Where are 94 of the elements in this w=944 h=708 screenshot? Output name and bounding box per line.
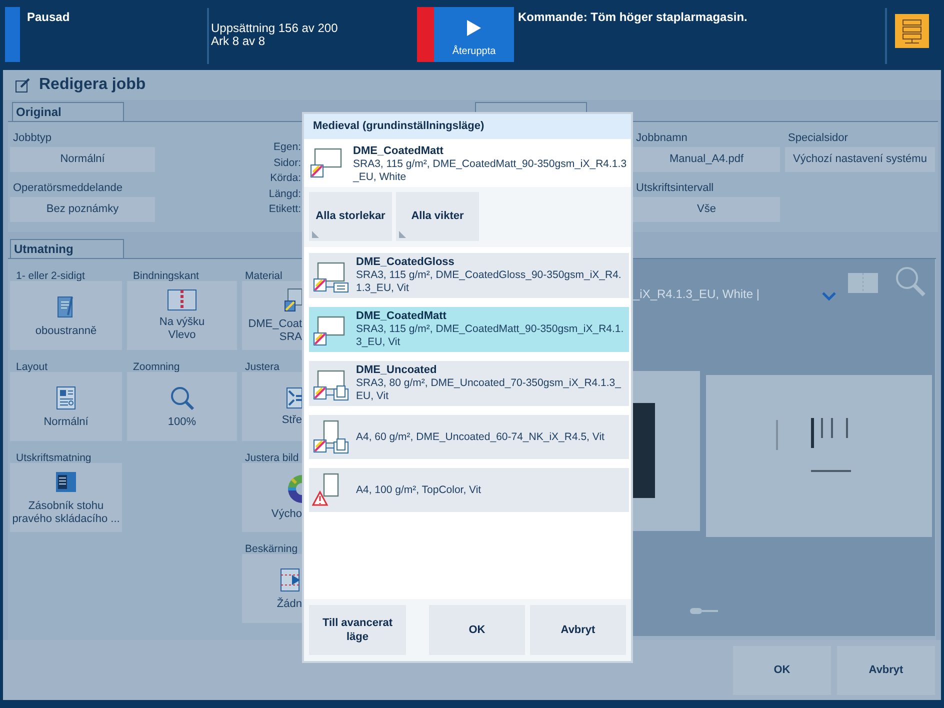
setting-tile[interactable]: DME_Coat SRA xyxy=(242,281,302,350)
field-label: Operatörsmeddelande xyxy=(12,181,124,196)
setting-tile[interactable]: Zásobník stohu pravého skládacího ... xyxy=(10,463,122,532)
setting-label: Beskärning xyxy=(245,543,298,555)
setting-label: Utskriftsmatning xyxy=(16,452,92,464)
search-icon[interactable] xyxy=(894,265,926,297)
window-title: Redigera jobb xyxy=(39,75,146,95)
info-label: Längd: xyxy=(268,186,301,202)
resume-button[interactable]: Återuppta xyxy=(434,7,514,62)
setting-value: 100% xyxy=(168,416,196,428)
filter-button[interactable]: Alla storlekar xyxy=(309,192,392,241)
setting-tile[interactable]: Žádn xyxy=(242,554,302,623)
setting-label: Zoomning xyxy=(133,361,180,373)
search-icon xyxy=(169,384,195,410)
setting-label: 1- eller 2-sidigt xyxy=(16,270,85,282)
setting-label: Bindningskant xyxy=(133,270,199,282)
media-name: DME_Uncoated xyxy=(356,364,438,377)
media-details: SRA3, 115 g/m², DME_CoatedMatt_90-350gsm_iX_R4.1.3_EU, Vit xyxy=(356,323,625,349)
setting-tile[interactable]: Výcho xyxy=(242,463,302,532)
field-value[interactable]: Výchozí nastavení systému xyxy=(785,147,935,172)
field-value[interactable]: Manual_A4.pdf xyxy=(633,147,780,172)
setting-tile[interactable]: oboustranně xyxy=(10,281,122,350)
setting-value: pravého skládacího ... xyxy=(12,513,120,526)
alert-bar xyxy=(417,7,434,62)
setting-value: Zásobník stohu xyxy=(28,500,104,513)
next-action-text: Kommande: Töm höger staplarmagasin. xyxy=(518,9,748,26)
setting-value: Normální xyxy=(44,416,88,428)
dialog-button[interactable]: OK xyxy=(429,605,525,655)
info-label: Sidor: xyxy=(274,156,301,170)
setting-value: SRA xyxy=(279,331,302,344)
field-label: Jobbnamn xyxy=(635,131,688,146)
paper-icon xyxy=(284,287,302,313)
setting-label: Justera xyxy=(245,361,280,373)
color-wheel-icon xyxy=(288,474,302,502)
setting-label: Layout xyxy=(16,361,48,373)
filter-button[interactable]: Alla vikter xyxy=(396,192,479,241)
slider-handle-icon[interactable] xyxy=(690,607,718,615)
media-name: DME_CoatedMatt xyxy=(353,145,444,158)
media-list-item[interactable]: DME_CoatedMatt SRA3, 115 g/m², DME_CoatedMatt_90-350gsm_iX_R4.1.3_EU, Vit xyxy=(309,307,629,352)
media-details: SRA3, 80 g/m², DME_Uncoated_70-350gsm_iX_R4.1.3_EU, Vit xyxy=(356,377,622,403)
field-label: Utskriftsintervall xyxy=(635,181,715,196)
media-list-item[interactable]: A4, 100 g/m², TopColor, Vit xyxy=(309,468,629,512)
status-text: Pausad xyxy=(27,9,70,26)
progress-text: Ark 8 av 8 xyxy=(211,35,266,48)
setting-label: Material xyxy=(245,270,282,282)
media-details: A4, 60 g/m², DME_Uncoated_60-74_NK_iX_R4.5, Vit xyxy=(356,430,604,444)
setting-tile[interactable]: 100% xyxy=(127,372,237,441)
field-value[interactable]: Bez poznámky xyxy=(10,197,155,222)
setting-value: oboustranně xyxy=(35,324,97,338)
play-icon xyxy=(467,20,481,36)
edit-icon xyxy=(15,77,31,93)
media-name: DME_CoatedGloss xyxy=(356,256,456,269)
media-list-item[interactable]: DME_Uncoated SRA3, 80 g/m², DME_Uncoated_70-350gsm_iX_R4.1.3_EU, Vit xyxy=(309,361,629,406)
media-text: _iX_R4.1.3_EU, White | xyxy=(633,286,761,303)
tab[interactable]: Utmatning xyxy=(10,239,124,258)
setting-value: Žádn xyxy=(276,598,302,610)
server-icon[interactable] xyxy=(895,14,929,48)
media-list-item[interactable]: DME_CoatedGloss SRA3, 115 g/m², DME_CoatedGloss_90-350gsm_iX_R4.1.3_EU, Vit xyxy=(309,253,629,298)
dialog-title: Medieval (grundinställningsläge) xyxy=(304,114,631,139)
field-value[interactable]: Normální xyxy=(10,147,155,172)
media-details: SRA3, 115 g/m², DME_CoatedMatt_90-350gsm_iX_R4.1.3_EU, White xyxy=(353,158,628,184)
crop-icon xyxy=(280,566,302,592)
setting-value: Vlevo xyxy=(168,329,196,342)
setting-value: Výcho xyxy=(271,508,302,520)
setting-value: Na výšku xyxy=(159,316,205,329)
corner-icon xyxy=(399,231,406,238)
media-details: A4, 100 g/m², TopColor, Vit xyxy=(356,484,482,496)
advanced-mode-button[interactable]: Till avancerat läge xyxy=(309,605,406,655)
progress-text: Uppsättning 156 av 200 xyxy=(211,22,339,35)
status-indicator xyxy=(5,7,20,62)
corner-icon xyxy=(312,231,319,238)
setting-label: Justera bild xyxy=(245,452,299,464)
tray-icon xyxy=(53,469,79,495)
info-label: Etikett: xyxy=(268,202,301,217)
field-label: Specialsidor xyxy=(787,131,849,146)
info-label: Egen: xyxy=(274,140,301,155)
media-list-item[interactable]: A4, 60 g/m², DME_Uncoated_60-74_NK_iX_R4.5, Vit xyxy=(309,415,629,459)
binding-icon xyxy=(167,289,197,311)
setting-tile[interactable]: Normální xyxy=(10,372,122,441)
media-details: SRA3, 115 g/m², DME_CoatedGloss_90-350gsm_iX_R4.1.3_EU, Vit xyxy=(356,269,622,295)
dialog-button[interactable]: OK xyxy=(733,646,831,694)
dialog-button[interactable]: Avbryt xyxy=(837,646,935,694)
tab[interactable]: Original xyxy=(12,102,124,121)
setting-tile[interactable]: Stře xyxy=(242,372,302,441)
setting-value: DME_Coat xyxy=(248,318,302,331)
setting-value: Stře xyxy=(282,414,302,426)
dialog-button[interactable]: Avbryt xyxy=(530,605,626,655)
field-value[interactable]: Vše xyxy=(633,197,780,222)
media-name: DME_CoatedMatt xyxy=(356,310,448,323)
field-label: Jobbtyp xyxy=(12,131,53,146)
book-icon[interactable] xyxy=(848,273,878,293)
setting-tile[interactable]: Na výšku Vlevo xyxy=(127,281,237,350)
info-label: Körda: xyxy=(270,171,301,186)
chevron-down-icon[interactable] xyxy=(822,292,836,301)
